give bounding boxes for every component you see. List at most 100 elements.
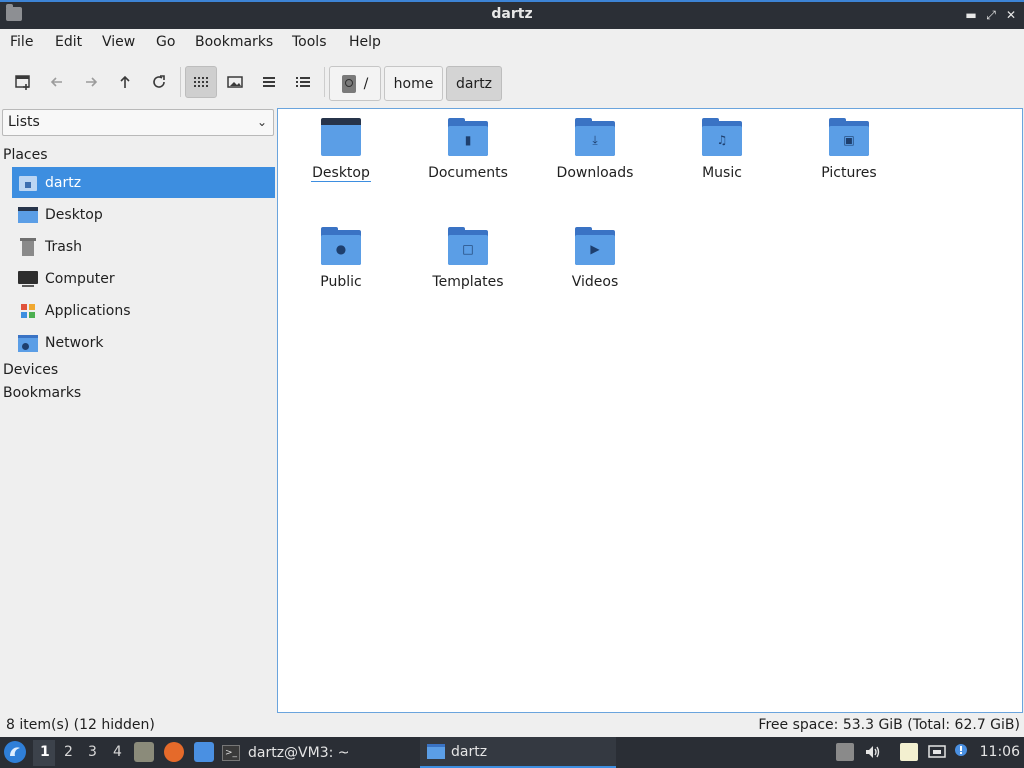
workspace-3[interactable]: 3 (88, 744, 97, 760)
menu-edit[interactable]: Edit (55, 34, 82, 50)
pictures-folder-icon: ▣ (829, 118, 869, 156)
arrow-up-icon (120, 75, 130, 88)
up-button[interactable] (109, 66, 141, 98)
sidebar-item-label: dartz (45, 174, 82, 191)
breadcrumb-home[interactable]: home (384, 66, 443, 101)
sidebar-item-computer[interactable]: Computer (12, 263, 275, 294)
file-label: Public (320, 274, 362, 290)
sidebar-item-network[interactable]: Network (12, 327, 275, 358)
menu-bookmarks[interactable]: Bookmarks (195, 34, 273, 50)
compact-view-button[interactable] (253, 66, 285, 98)
file-item-desktop[interactable]: Desktop (281, 118, 401, 182)
drive-icon (341, 74, 356, 93)
bookmarks-header[interactable]: Bookmarks (3, 385, 81, 401)
toolbar-separator (324, 67, 325, 97)
forward-button[interactable] (75, 66, 107, 98)
file-label: Templates (432, 274, 504, 290)
menu-view[interactable]: View (102, 34, 135, 50)
breadcrumb-root-label: / (363, 75, 369, 92)
icon-view-button[interactable] (185, 66, 217, 98)
firefox-icon[interactable] (164, 742, 184, 762)
sidebar-item-applications[interactable]: Applications (12, 295, 275, 326)
file-item-public[interactable]: ● Public (281, 227, 401, 290)
chevron-down-icon: ⌄ (256, 115, 267, 129)
notification-icon[interactable] (953, 743, 971, 761)
file-item-documents[interactable]: ▮ Documents (408, 118, 528, 181)
file-item-videos[interactable]: ▶ Videos (535, 227, 655, 290)
window-title: dartz (491, 6, 533, 22)
reload-icon (153, 75, 165, 88)
computer-icon (18, 269, 38, 289)
taskbar: 1 2 3 4 >_ dartz@VM3: ~ dartz 11:06 (0, 737, 1024, 768)
arrow-right-icon (86, 77, 98, 87)
clock[interactable]: 11:06 (980, 744, 1020, 760)
file-item-pictures[interactable]: ▣ Pictures (789, 118, 909, 181)
minimize-button[interactable]: ▬ (962, 5, 980, 25)
file-item-music[interactable]: ♫ Music (662, 118, 782, 181)
close-button[interactable]: ✕ (1002, 5, 1020, 25)
file-manager-launcher-icon[interactable] (134, 742, 154, 762)
toolbar-separator (180, 67, 181, 97)
desktop-icon (18, 205, 38, 225)
workspace-1[interactable]: 1 (40, 744, 50, 760)
file-label: Music (702, 165, 742, 181)
network-icon[interactable] (928, 743, 946, 761)
trash-icon (18, 237, 38, 257)
sidebar-item-label: Applications (45, 302, 131, 319)
breadcrumb-dartz[interactable]: dartz (446, 66, 502, 101)
menu-go[interactable]: Go (156, 34, 175, 50)
detailed-list-view-button[interactable] (287, 66, 319, 98)
maximize-button[interactable]: ⤢ (982, 5, 1000, 25)
item-count: 8 item(s) (12 hidden) (6, 717, 155, 733)
tray-update-icon[interactable] (836, 743, 854, 761)
menu-file[interactable]: File (10, 34, 33, 50)
file-item-templates[interactable]: □ Templates (408, 227, 528, 290)
breadcrumb-root[interactable]: / (329, 66, 381, 101)
sidebar-item-label: Trash (45, 238, 82, 255)
new-tab-button[interactable] (7, 66, 39, 98)
bullet-list-icon (296, 77, 310, 87)
sidebar-item-dartz[interactable]: dartz (12, 167, 275, 198)
start-menu-button[interactable] (4, 741, 26, 763)
sidebar-item-desktop[interactable]: Desktop (12, 199, 275, 230)
workspace-2[interactable]: 2 (64, 744, 73, 760)
menu-help[interactable]: Help (349, 34, 381, 50)
title-bar[interactable]: dartz ▬ ⤢ ✕ (0, 0, 1024, 29)
sidebar-item-label: Desktop (45, 206, 103, 223)
file-label: Videos (571, 274, 619, 290)
workspace-4[interactable]: 4 (113, 744, 122, 760)
file-label: Desktop (311, 165, 371, 182)
clipboard-icon[interactable] (900, 743, 918, 761)
menu-tools[interactable]: Tools (292, 34, 327, 50)
sidebar: Lists ⌄ Places dartz Desktop Trash Compu… (0, 107, 276, 714)
devices-header[interactable]: Devices (3, 362, 58, 378)
desktop-launcher-icon[interactable] (194, 742, 214, 762)
task-file-manager[interactable]: dartz (420, 737, 616, 768)
toolbar: / home dartz (0, 57, 1024, 107)
reload-button[interactable] (143, 66, 175, 98)
side-pane-mode-select[interactable]: Lists ⌄ (2, 109, 274, 136)
volume-icon[interactable] (864, 743, 882, 761)
public-folder-icon: ● (321, 227, 361, 265)
task-label: dartz@VM3: ~ (248, 744, 350, 761)
status-bar: 8 item(s) (12 hidden) Free space: 53.3 G… (0, 714, 1024, 737)
lxqt-logo-icon (10, 747, 20, 756)
breadcrumb-label: dartz (455, 75, 493, 92)
thumbnail-view-button[interactable] (219, 66, 251, 98)
file-item-downloads[interactable]: ⤓ Downloads (535, 118, 655, 181)
file-label: Pictures (821, 165, 877, 181)
sidebar-item-label: Computer (45, 270, 115, 287)
back-button[interactable] (41, 66, 73, 98)
sidebar-item-trash[interactable]: Trash (12, 231, 275, 262)
menu-bar: File Edit View Go Bookmarks Tools Help (0, 29, 1024, 57)
image-icon (227, 76, 243, 88)
templates-folder-icon: □ (448, 227, 488, 265)
folder-icon (427, 744, 445, 759)
file-view[interactable]: Desktop ▮ Documents ⤓ Downloads ♫ Music … (277, 108, 1023, 713)
places-header[interactable]: Places (3, 147, 48, 163)
free-space: Free space: 53.3 GiB (Total: 62.7 GiB) (758, 717, 1020, 733)
videos-folder-icon: ▶ (575, 227, 615, 265)
list-icon (263, 77, 275, 87)
desktop-folder-icon (321, 118, 361, 156)
task-terminal[interactable]: >_ dartz@VM3: ~ (222, 737, 412, 768)
